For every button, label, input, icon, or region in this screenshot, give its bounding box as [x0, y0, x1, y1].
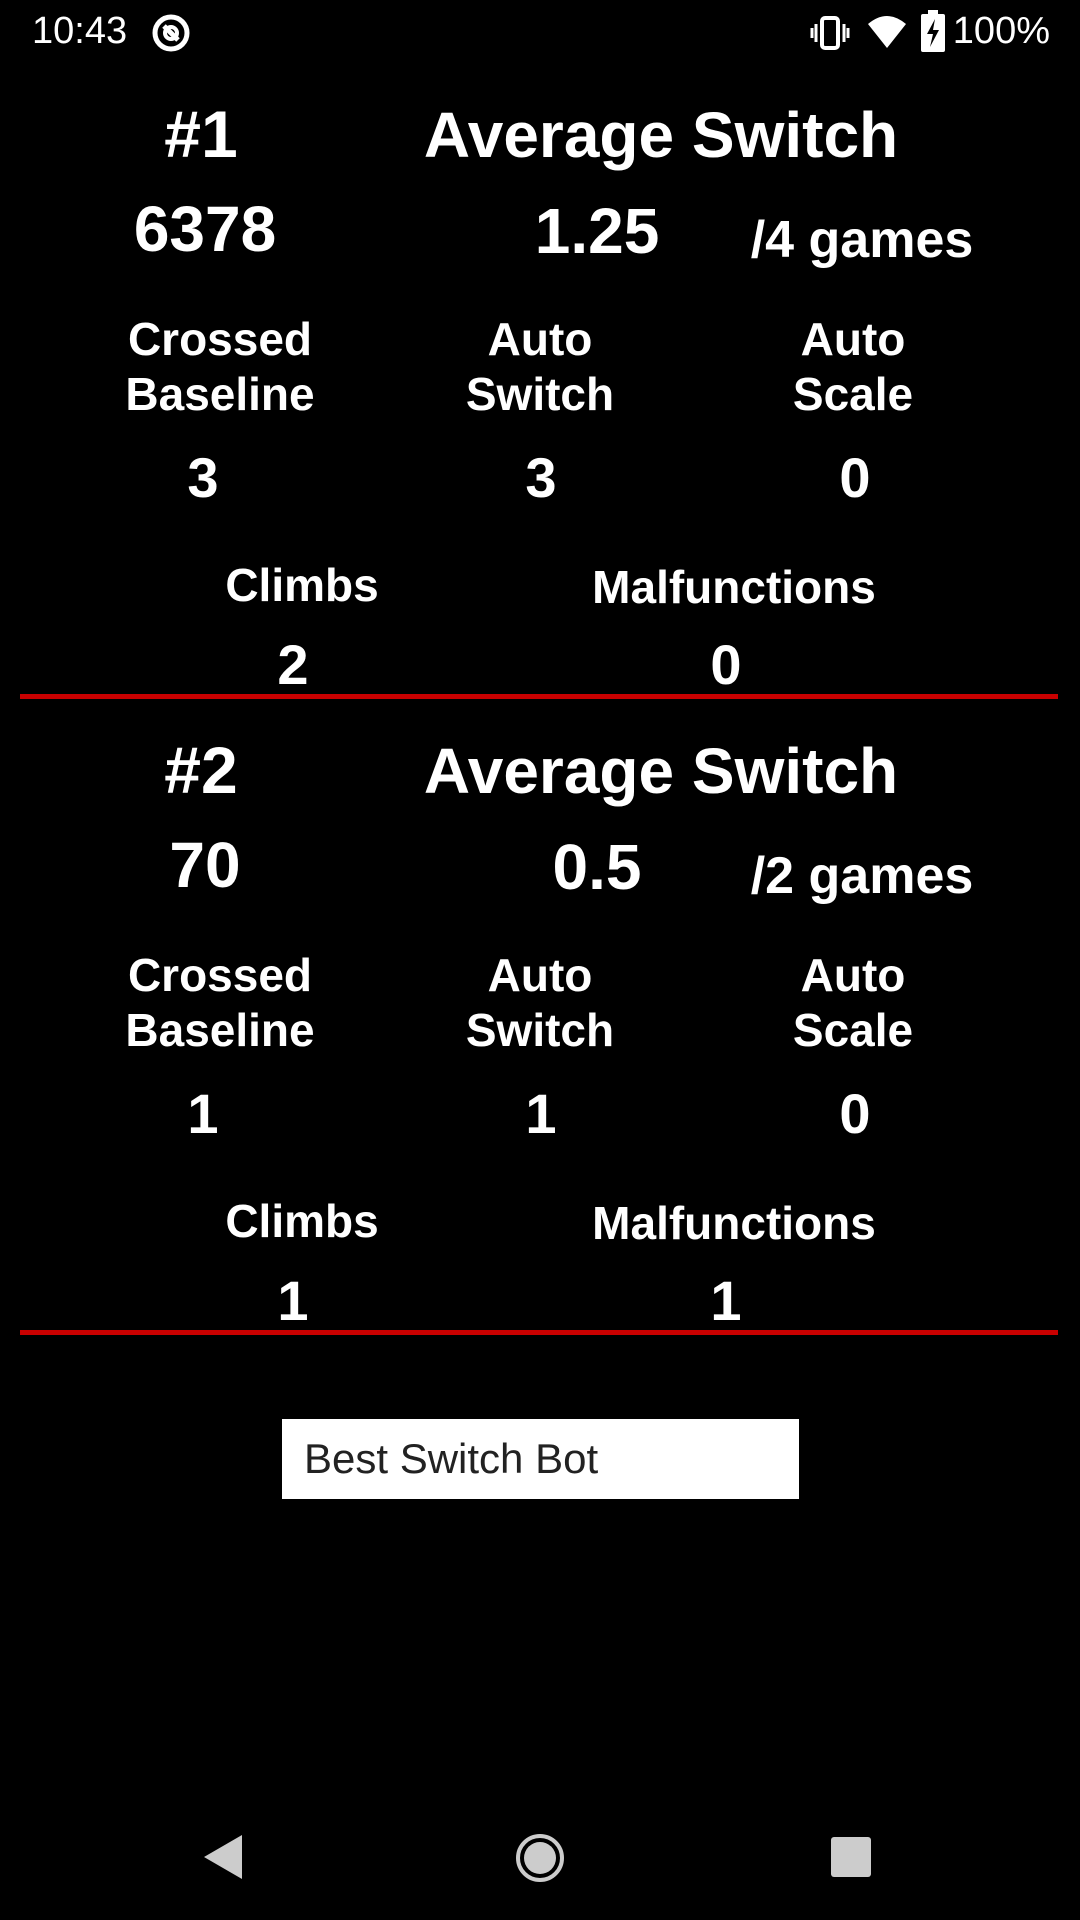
- crossed-label: Crossed: [127, 313, 313, 365]
- malfunctions-value: 1: [710, 1269, 742, 1332]
- average-value: 1.25: [534, 195, 660, 267]
- section-divider: [20, 1330, 1058, 1335]
- section-divider: [20, 694, 1058, 699]
- sort-selector-value: Best Switch Bot: [304, 1435, 599, 1482]
- vibrate-icon: [810, 16, 850, 50]
- switch-label: Switch: [465, 368, 615, 420]
- games-count: /4 games: [750, 211, 974, 269]
- auto-scale-value: 0: [839, 446, 871, 509]
- malfunctions-label: Malfunctions: [592, 1197, 876, 1249]
- climbs-label: Climbs: [225, 559, 379, 611]
- sort-selector[interactable]: Best Switch Bot: [282, 1419, 799, 1499]
- team-number: 6378: [133, 193, 277, 265]
- average-header: Average Switch: [423, 735, 899, 807]
- auto-switch-label: Auto Switch: [466, 948, 614, 1058]
- status-time: 10:43: [32, 10, 128, 52]
- crossed-baseline-label: Crossed Baseline: [125, 948, 314, 1058]
- auto-scale-label: Auto Scale: [793, 312, 913, 422]
- baseline-label: Baseline: [125, 368, 315, 420]
- climbs-label: Climbs: [225, 1195, 379, 1247]
- baseline-label: Baseline: [125, 1004, 315, 1056]
- auto-scale-label: Auto Scale: [793, 948, 913, 1058]
- auto-switch-value: 3: [525, 446, 557, 509]
- wifi-icon: [868, 16, 906, 48]
- scale-label: Scale: [792, 1004, 914, 1056]
- climbs-value: 1: [277, 1269, 309, 1332]
- average-header: Average Switch: [423, 99, 899, 171]
- sync-icon: [152, 14, 190, 52]
- home-icon[interactable]: [514, 1832, 566, 1884]
- malfunctions-value: 0: [710, 633, 742, 696]
- team-number: 70: [169, 829, 241, 901]
- switch-label: Switch: [465, 1004, 615, 1056]
- crossed-label: Crossed: [127, 949, 313, 1001]
- malfunctions-label: Malfunctions: [592, 561, 876, 613]
- climbs-value: 2: [277, 633, 309, 696]
- recents-icon[interactable]: [830, 1836, 872, 1878]
- auto-label: Auto: [800, 313, 906, 365]
- auto-label: Auto: [800, 949, 906, 1001]
- battery-percent: 100%: [952, 10, 1050, 52]
- scale-label: Scale: [792, 368, 914, 420]
- team-rank: #1: [164, 97, 238, 171]
- crossed-baseline-value: 1: [187, 1082, 219, 1145]
- games-count: /2 games: [750, 847, 974, 905]
- auto-label: Auto: [487, 949, 593, 1001]
- team-rank: #2: [164, 733, 238, 807]
- crossed-baseline-label: Crossed Baseline: [125, 312, 314, 422]
- auto-label: Auto: [487, 313, 593, 365]
- auto-switch-label: Auto Switch: [466, 312, 614, 422]
- battery-charging-icon: [921, 10, 945, 52]
- auto-switch-value: 1: [525, 1082, 557, 1145]
- back-icon[interactable]: [200, 1832, 246, 1882]
- average-value: 0.5: [552, 831, 642, 903]
- crossed-baseline-value: 3: [187, 446, 219, 509]
- auto-scale-value: 0: [839, 1082, 871, 1145]
